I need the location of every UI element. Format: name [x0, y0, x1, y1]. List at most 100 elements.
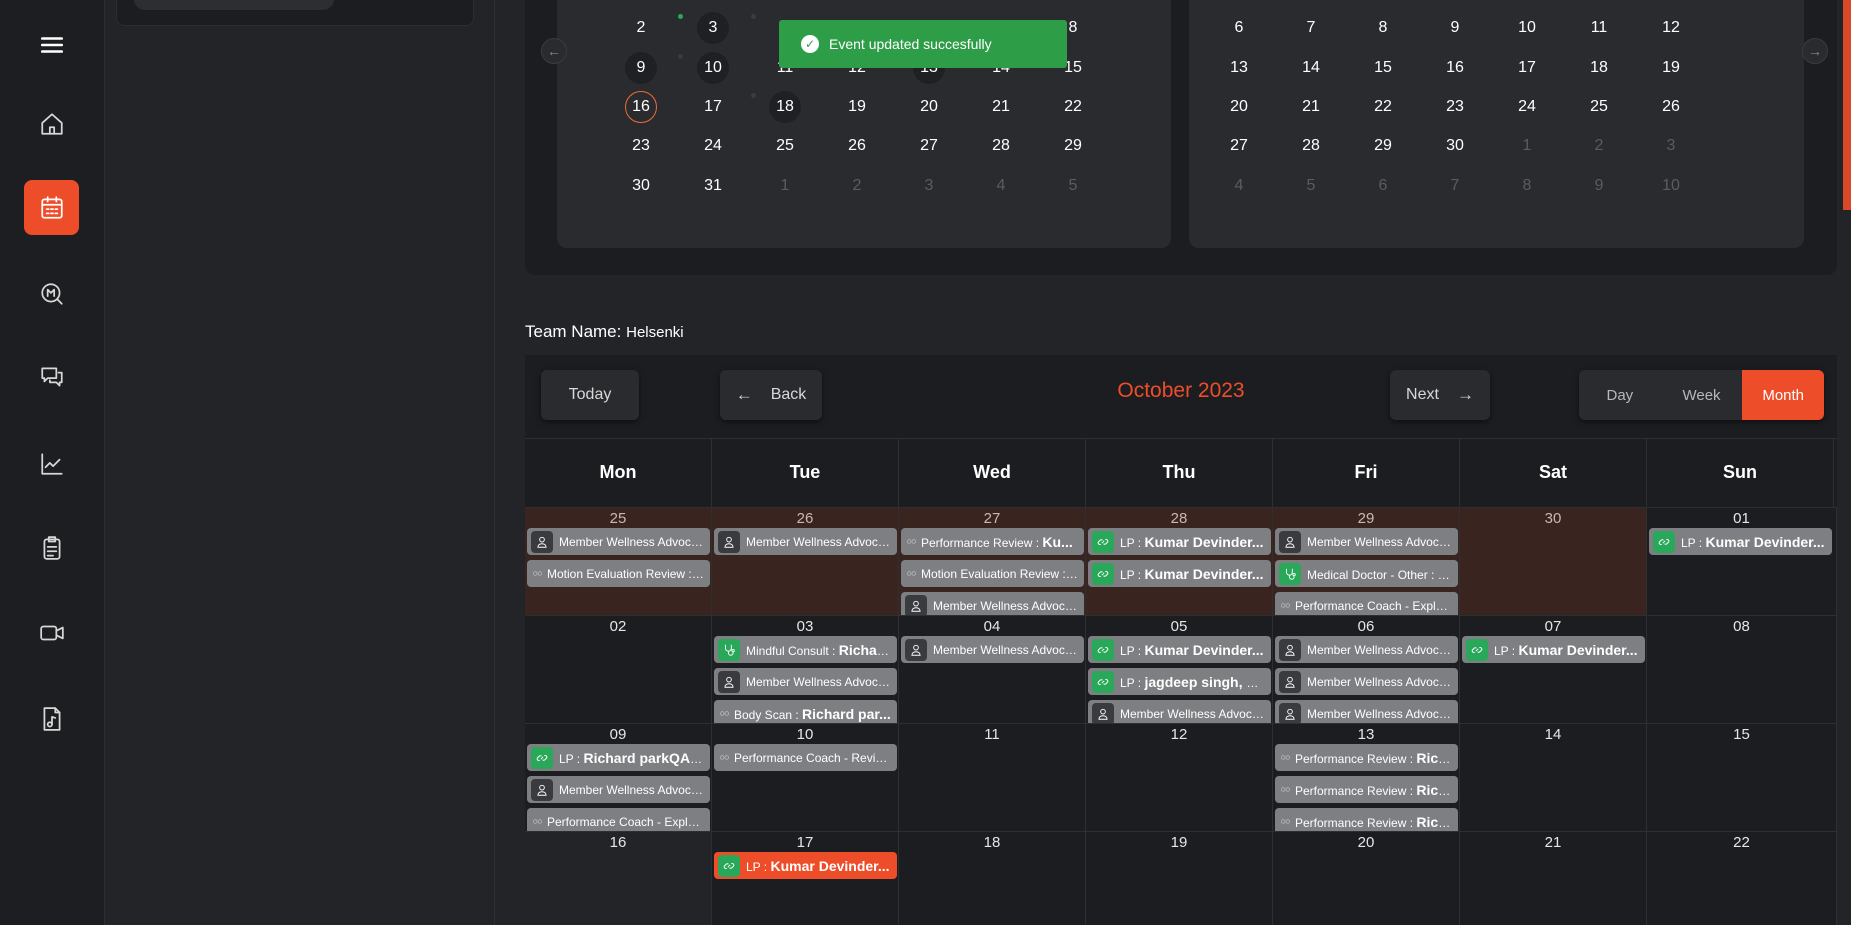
day-cell[interactable]: 08 — [1647, 615, 1837, 723]
mini-day[interactable]: 28 — [1291, 126, 1331, 166]
mini-day[interactable]: 27 — [909, 126, 949, 166]
day-number[interactable]: 07 — [1460, 618, 1646, 635]
day-cell[interactable]: 14 — [1460, 723, 1647, 831]
event-chip[interactable]: Motion Evaluation Review : ... — [527, 560, 710, 587]
event-chip[interactable]: Member Wellness Advocat... — [901, 592, 1084, 615]
event-chip[interactable]: Performance Coach - Revie... — [714, 744, 897, 771]
nav-messages[interactable] — [24, 349, 79, 404]
nav-audio-file[interactable] — [24, 691, 79, 746]
day-cell[interactable]: 07 LP : Kumar Devinder... — [1460, 615, 1647, 723]
event-chip[interactable]: LP : Kumar Devinder... — [714, 852, 897, 879]
mini-day[interactable]: 20 — [909, 87, 949, 127]
mini-day[interactable]: 17 — [693, 87, 733, 127]
event-chip[interactable]: LP : Richard parkQA,... — [527, 744, 710, 771]
event-chip[interactable]: Member Wellness Advocat... — [1088, 700, 1271, 723]
mini-day[interactable]: 21 — [981, 87, 1021, 127]
back-button[interactable]: ← Back — [720, 370, 822, 420]
day-number[interactable]: 09 — [525, 726, 711, 743]
day-cell[interactable]: 12 — [1086, 723, 1273, 831]
mini-day[interactable]: 2 — [1579, 126, 1619, 166]
day-cell[interactable]: 03 Mindful Consult : Richar... Member Well… — [712, 615, 899, 723]
mini-day[interactable]: 5 — [1053, 166, 1093, 206]
nav-analytics[interactable] — [24, 436, 79, 491]
event-chip[interactable]: LP : Kumar Devinder... — [1088, 636, 1271, 663]
day-cell[interactable]: 15 — [1647, 723, 1837, 831]
view-week-button[interactable]: Week — [1661, 370, 1743, 420]
nav-video[interactable] — [24, 605, 79, 660]
mini-day[interactable]: 28 — [981, 126, 1021, 166]
day-number[interactable]: 21 — [1460, 834, 1646, 851]
event-chip[interactable]: Member Wellness Advocat... — [527, 776, 710, 803]
mini-day[interactable]: 1 — [1507, 126, 1547, 166]
mini-day[interactable]: 8 — [1363, 8, 1403, 48]
day-number[interactable]: 16 — [525, 834, 711, 851]
mini-day[interactable]: 26 — [837, 126, 877, 166]
mini-day[interactable]: 25 — [1579, 87, 1619, 127]
mini-day[interactable]: 9 — [1579, 166, 1619, 206]
day-number[interactable]: 29 — [1273, 510, 1459, 527]
mini-day[interactable]: 3 — [1651, 126, 1691, 166]
mini-day[interactable]: 5 — [1291, 166, 1331, 206]
mini-day[interactable]: 30 — [621, 166, 661, 206]
day-cell[interactable]: 18 — [899, 831, 1086, 925]
mini-day[interactable]: 12 — [1651, 8, 1691, 48]
day-cell[interactable]: 09 LP : Richard parkQA,... Member Wellness… — [525, 723, 712, 831]
event-chip[interactable]: Performance Review : Rich... — [1275, 808, 1458, 831]
mini-day[interactable]: 23 — [621, 126, 661, 166]
day-number[interactable]: 10 — [712, 726, 898, 743]
event-chip[interactable]: Member Wellness Advocat... — [527, 528, 710, 555]
mini-day[interactable]: 16 — [625, 91, 657, 123]
mini-day[interactable]: 2 — [621, 8, 661, 48]
mini-next-button[interactable]: → — [1802, 38, 1828, 64]
today-button[interactable]: Today — [541, 370, 639, 420]
day-cell[interactable]: 01 LP : Kumar Devinder... — [1647, 507, 1837, 615]
mini-day[interactable]: 30 — [1435, 126, 1475, 166]
mini-day[interactable]: 31 — [693, 166, 733, 206]
mini-day[interactable]: 21 — [1291, 87, 1331, 127]
day-cell[interactable]: 20 — [1273, 831, 1460, 925]
day-number[interactable]: 14 — [1460, 726, 1646, 743]
day-cell[interactable]: 13 Performance Review : Rich... Performanc… — [1273, 723, 1460, 831]
day-number[interactable]: 19 — [1086, 834, 1272, 851]
day-number[interactable]: 06 — [1273, 618, 1459, 635]
nav-m-search[interactable] — [24, 266, 79, 321]
mini-day[interactable]: 6 — [1219, 8, 1259, 48]
view-day-button[interactable]: Day — [1579, 370, 1661, 420]
event-chip[interactable]: LP : jagdeep singh, St... — [1088, 668, 1271, 695]
day-cell[interactable]: 19 — [1086, 831, 1273, 925]
mini-day[interactable]: 29 — [1363, 126, 1403, 166]
event-chip[interactable]: Member Wellness Advocat... — [1275, 636, 1458, 663]
day-number[interactable]: 18 — [899, 834, 1085, 851]
event-chip[interactable]: Mindful Consult : Richar... — [714, 636, 897, 663]
mini-day[interactable]: 17 — [1507, 48, 1547, 88]
mini-day[interactable]: 27 — [1219, 126, 1259, 166]
event-chip[interactable]: Member Wellness Advocat... — [901, 636, 1084, 663]
mini-day[interactable]: 3 — [909, 166, 949, 206]
day-number[interactable]: 05 — [1086, 618, 1272, 635]
day-number[interactable]: 17 — [712, 834, 898, 851]
mini-day[interactable]: 9 — [1435, 8, 1475, 48]
day-cell[interactable]: 27 Performance Review : Ku... Motion Evalu… — [899, 507, 1086, 615]
day-number[interactable]: 25 — [525, 510, 711, 527]
event-chip[interactable]: Performance Review : Rich... — [1275, 744, 1458, 771]
mini-day[interactable]: 9 — [625, 52, 657, 84]
mini-day[interactable]: 10 — [1507, 8, 1547, 48]
day-number[interactable]: 11 — [899, 726, 1085, 743]
day-cell[interactable]: 25 Member Wellness Advocat... Motion Evalu… — [525, 507, 712, 615]
mini-day[interactable]: 8 — [1507, 166, 1547, 206]
event-chip[interactable]: LP : Kumar Devinder... — [1088, 528, 1271, 555]
mini-day[interactable]: 19 — [1651, 48, 1691, 88]
page-scrollbar[interactable] — [1843, 0, 1851, 925]
day-cell[interactable]: 29 Member Wellness Advocat... Medical Doct… — [1273, 507, 1460, 615]
mini-day[interactable]: 11 — [1579, 8, 1619, 48]
day-cell[interactable]: 17 LP : Kumar Devinder... — [712, 831, 899, 925]
day-number[interactable]: 03 — [712, 618, 898, 635]
day-cell[interactable]: 16 — [525, 831, 712, 925]
mini-day[interactable]: 14 — [1291, 48, 1331, 88]
event-chip[interactable]: Member Wellness Advocat... — [1275, 528, 1458, 555]
event-chip[interactable]: Performance Coach - Explor... — [527, 808, 710, 831]
day-cell[interactable]: 06 Member Wellness Advocat... Member Welln… — [1273, 615, 1460, 723]
mini-day[interactable]: 18 — [1579, 48, 1619, 88]
scrollbar-thumb[interactable] — [1843, 0, 1851, 210]
day-number[interactable]: 12 — [1086, 726, 1272, 743]
